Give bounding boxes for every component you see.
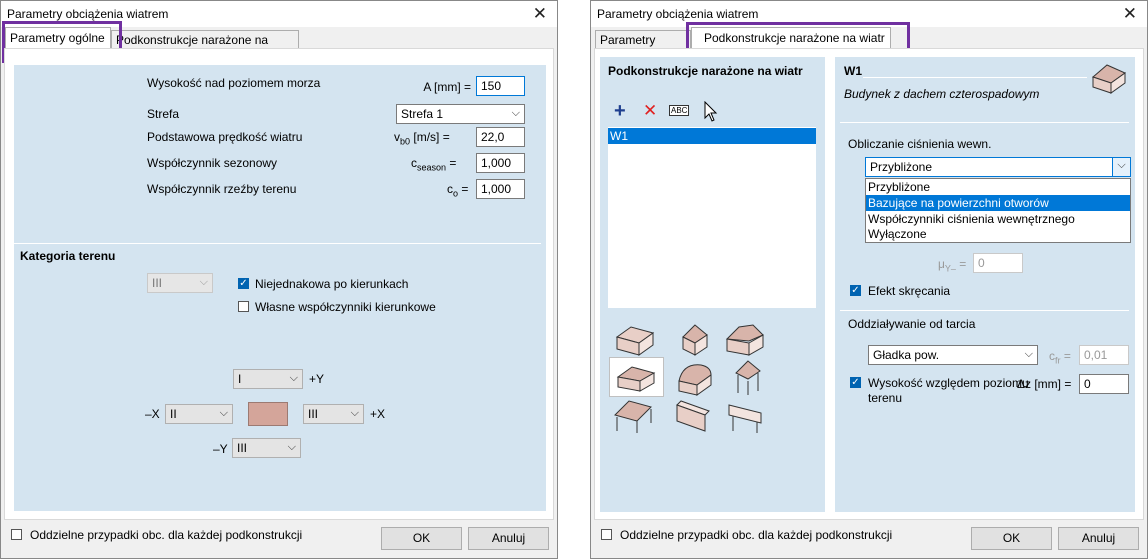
dropdown-option[interactable]: Przybliżone [866, 179, 1130, 195]
divider [863, 77, 1087, 78]
height-label: Wysokość względem poziomu [868, 376, 1029, 390]
cancel-button[interactable]: Anuluj [468, 527, 549, 550]
divider [840, 122, 1129, 123]
tab-general[interactable]: Parametry ogólne [595, 30, 691, 66]
season-label: Współczynnik sezonowy [147, 156, 278, 170]
season-input[interactable]: 1,000 [476, 153, 525, 173]
separate-cases-label: Oddzielne przypadki obc. dla każdej podk… [30, 528, 303, 542]
mu-symbol: μY– = [938, 257, 967, 274]
window-title: Parametry obciążenia wiatrem [7, 7, 169, 21]
dropdown-option-selected[interactable]: Bazujące na powierzchni otworów [866, 195, 1130, 211]
list-heading: Podkonstrukcje narażone na wiatr [608, 64, 803, 78]
chevron-down-icon: ⌵ [350, 407, 359, 419]
orography-symbol: co = [447, 182, 469, 199]
divider [14, 243, 541, 244]
building-type-icon [1092, 64, 1127, 94]
basic-speed-label: Podstawowa prędkość wiatru [147, 130, 303, 144]
minus-x-select[interactable]: II ⌵ [165, 404, 233, 424]
dropdown-option[interactable]: Wyłączone [866, 227, 1130, 242]
minus-x-label: –X [145, 407, 160, 421]
friction-select[interactable]: Gładka pow. ⌵ [868, 345, 1038, 365]
substructure-list[interactable] [608, 127, 816, 308]
minus-y-label: –Y [213, 442, 228, 456]
cursor-icon [704, 101, 718, 122]
substructure-name: W1 [844, 64, 862, 78]
terrain-heading: Kategoria terenu [20, 249, 116, 263]
cancel-button[interactable]: Anuluj [1058, 527, 1139, 550]
building-canopy-icon[interactable] [733, 359, 763, 397]
altitude-input[interactable]: 150 [476, 76, 525, 96]
terrain-category-select[interactable]: III ⌵ [147, 273, 213, 293]
window-title: Parametry obciążenia wiatrem [597, 7, 759, 21]
chevron-down-icon: ⌵ [1112, 158, 1130, 176]
plus-y-label: +Y [309, 372, 325, 386]
plus-x-label: +X [370, 407, 386, 421]
custom-coeff-checkbox[interactable] [238, 301, 249, 312]
tab-substructures[interactable]: Podkonstrukcje narażone na wiatr [111, 30, 299, 66]
divider [840, 310, 1129, 311]
height-checkbox[interactable]: ✓ [850, 377, 861, 388]
close-icon[interactable]: ✕ [1123, 4, 1137, 24]
torsion-label: Efekt skręcania [868, 284, 951, 298]
cfr-symbol: cfr = [1049, 349, 1071, 366]
zone-select[interactable]: Strefa 1 ⌵ [396, 104, 525, 124]
chevron-down-icon: ⌵ [219, 407, 228, 419]
internal-pressure-label: Obliczanie ciśnienia wewn. [848, 137, 992, 151]
basic-speed-input[interactable]: 22,0 [476, 127, 525, 147]
wind-load-dialog-substructures: Parametry obciążenia wiatrem ✕ Parametry… [590, 0, 1148, 559]
altitude-label: Wysokość nad poziomem morza [147, 76, 321, 90]
separate-cases-label: Oddzielne przypadki obc. dla każdej podk… [620, 528, 893, 542]
chevron-down-icon: ⌵ [287, 441, 296, 453]
add-icon[interactable]: + [614, 100, 626, 123]
billboard-icon[interactable] [725, 397, 765, 435]
delete-icon[interactable]: ✕ [643, 101, 657, 121]
minus-y-select[interactable]: III ⌵ [232, 438, 301, 458]
chevron-down-icon: ⌵ [289, 372, 298, 384]
plus-y-select[interactable]: I ⌵ [233, 369, 303, 389]
cfr-input[interactable]: 0,01 [1079, 345, 1129, 365]
separate-cases-checkbox[interactable] [11, 529, 22, 540]
chevron-down-icon: ⌵ [511, 107, 520, 119]
separate-cases-checkbox[interactable] [601, 529, 612, 540]
friction-heading: Oddziaływanie od tarcia [848, 317, 976, 331]
orography-label: Współczynnik rzeźby terenu [147, 182, 297, 196]
wind-load-dialog-general: Parametry obciążenia wiatrem ✕ Parametry… [0, 0, 558, 559]
rename-icon[interactable]: ABC [669, 105, 690, 116]
building-plan-swatch [248, 402, 288, 426]
custom-coeff-label: Własne współczynniki kierunkowe [255, 300, 436, 314]
basic-speed-symbol: vb0 [m/s] = [394, 130, 450, 147]
chevron-down-icon: ⌵ [199, 276, 208, 288]
chevron-down-icon: ⌵ [1024, 348, 1033, 360]
plus-x-select[interactable]: III ⌵ [303, 404, 364, 424]
zone-label: Strefa [147, 107, 180, 121]
mu-input[interactable]: 0 [973, 253, 1023, 273]
altitude-symbol: A [mm] = [423, 80, 471, 94]
internal-pressure-select[interactable]: Przybliżone ⌵ [865, 157, 1131, 177]
nonuniform-label: Niejednakowa po kierunkach [255, 277, 409, 291]
building-open-roof-icon[interactable] [611, 397, 657, 435]
season-symbol: cseason = [411, 156, 457, 173]
nonuniform-checkbox[interactable]: ✓ [238, 278, 249, 289]
ok-button[interactable]: OK [381, 527, 462, 550]
building-pitched-icon[interactable] [723, 321, 767, 357]
wall-panel-icon[interactable] [673, 397, 713, 435]
list-item[interactable]: W1 [608, 128, 816, 144]
building-hipped-icon[interactable] [614, 361, 658, 395]
height-input[interactable]: 0 [1079, 374, 1129, 394]
ok-button[interactable]: OK [971, 527, 1052, 550]
dropdown-option[interactable]: Współczynniki ciśnienia wewnętrznego [866, 211, 1130, 227]
internal-pressure-dropdown: Przybliżone Bazujące na powierzchni otwo… [865, 178, 1131, 243]
orography-input[interactable]: 1,000 [476, 179, 525, 199]
torsion-checkbox[interactable]: ✓ [850, 285, 861, 296]
building-arched-icon[interactable] [675, 359, 715, 397]
building-gable-icon[interactable] [613, 323, 657, 357]
height-symbol: Δz [mm] = [1017, 377, 1072, 391]
height-label-line2: terenu [868, 391, 903, 405]
building-tall-icon[interactable] [679, 323, 711, 357]
substructure-description: Budynek z dachem czterospadowym [844, 87, 1040, 101]
close-icon[interactable]: ✕ [533, 4, 547, 24]
